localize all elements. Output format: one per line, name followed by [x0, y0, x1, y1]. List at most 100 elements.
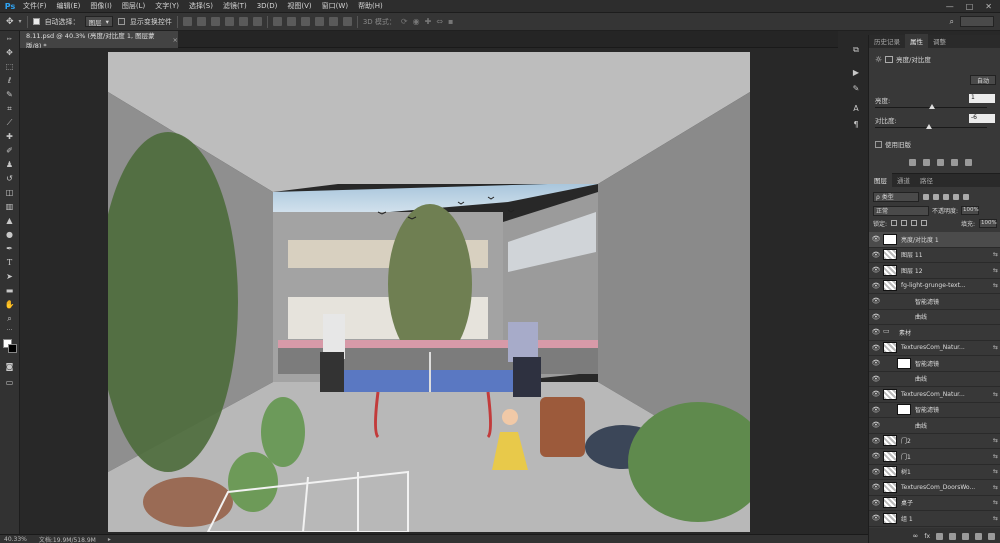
layer-row[interactable]: 👁 曲线 [869, 418, 1000, 434]
more-tools-icon[interactable]: ··· [4, 325, 15, 336]
actions-panel-icon[interactable]: ▶ [851, 67, 861, 77]
show-transform-checkbox[interactable] [117, 18, 125, 25]
character-panel-icon[interactable]: A [851, 103, 861, 113]
align-bottom-icon[interactable] [210, 17, 220, 26]
brush-tool-icon[interactable]: ✐ [4, 145, 15, 156]
minimize-button[interactable]: — [946, 2, 954, 11]
brightness-slider-thumb[interactable] [928, 104, 935, 109]
eye-icon[interactable]: 👁 [869, 328, 883, 336]
eye-icon[interactable]: 👁 [869, 251, 883, 259]
eyedropper-tool-icon[interactable]: ⟋ [4, 117, 15, 128]
layer-row[interactable]: 👁 门1 ⇆ [869, 449, 1000, 465]
eye-icon[interactable]: 👁 [869, 406, 883, 414]
fill-input[interactable]: 100% [979, 218, 997, 228]
eye-icon[interactable]: 👁 [869, 390, 883, 398]
lock-transparent-icon[interactable] [891, 220, 898, 226]
layer-row[interactable]: 👁 图层 12 ⇆ [869, 263, 1000, 279]
menu-item-filter[interactable]: 滤镜(T) [218, 1, 252, 11]
move-tool-icon[interactable]: ✥ [6, 17, 14, 27]
layer-row[interactable]: 👁 亮度/对比度 1 [869, 232, 1000, 248]
eye-icon[interactable]: 👁 [869, 514, 883, 522]
3d-roll-icon[interactable]: ◉ [413, 17, 420, 26]
menu-item-view[interactable]: 视图(V) [282, 1, 316, 11]
visibility-icon[interactable] [951, 159, 958, 166]
auto-select-checkbox[interactable] [32, 18, 40, 25]
tab-adjustments[interactable]: 调整 [928, 34, 951, 48]
workspace-switcher[interactable] [960, 16, 994, 27]
eye-icon[interactable]: 👁 [869, 297, 883, 305]
auto-button[interactable]: 自动 [970, 75, 996, 85]
align-top-icon[interactable] [182, 17, 192, 26]
eye-icon[interactable]: 👁 [869, 452, 883, 460]
legacy-checkbox[interactable] [875, 140, 882, 148]
screen-mode-icon[interactable]: ▭ [4, 377, 15, 388]
layer-row[interactable]: 👁 TexturesCom_DoorsWo... ⇆ [869, 480, 1000, 496]
layer-row[interactable]: 👁 门2 ⇆ [869, 434, 1000, 449]
document-tab[interactable]: 8.11.psd @ 40.3% (亮度/对比度 1, 图层蒙版/8) * × [20, 31, 178, 50]
eye-icon[interactable]: 👁 [869, 437, 883, 445]
align-hcenter-icon[interactable] [238, 17, 248, 26]
align-left-icon[interactable] [224, 17, 234, 26]
filter-type-icon[interactable] [943, 193, 949, 200]
brightness-slider[interactable] [875, 104, 987, 109]
tab-channels[interactable]: 通道 [892, 173, 915, 187]
zoom-tool-icon[interactable]: ⌕ [4, 313, 15, 324]
new-adjustment-icon[interactable] [949, 532, 956, 540]
lock-image-icon[interactable] [901, 220, 908, 226]
lock-position-icon[interactable] [911, 220, 918, 226]
pen-tool-icon[interactable]: ✒ [4, 243, 15, 254]
eye-icon[interactable]: 👁 [869, 499, 883, 507]
crop-tool-icon[interactable]: ⌗ [4, 103, 15, 114]
menu-item-select[interactable]: 选择(S) [184, 1, 218, 11]
history-panel-icon[interactable]: ⧉ [851, 45, 861, 55]
distribute-vcenter-icon[interactable] [286, 17, 296, 26]
3d-scale-icon[interactable]: ▪ [448, 17, 453, 26]
distribute-right-icon[interactable] [342, 17, 352, 26]
eye-icon[interactable]: 👁 [869, 344, 883, 352]
lasso-tool-icon[interactable]: ℓ [4, 75, 15, 86]
eye-icon[interactable]: 👁 [869, 266, 883, 274]
distribute-left-icon[interactable] [314, 17, 324, 26]
eye-icon[interactable]: 👁 [869, 483, 883, 491]
eraser-tool-icon[interactable]: ◫ [4, 187, 15, 198]
history-brush-tool-icon[interactable]: ↺ [4, 173, 15, 184]
align-right-icon[interactable] [252, 17, 262, 26]
healing-brush-tool-icon[interactable]: ✚ [4, 131, 15, 142]
layer-row[interactable]: 👁 曲线 [869, 310, 1000, 325]
layer-row[interactable]: 👁 组 1 ⇆ [869, 511, 1000, 527]
view-previous-icon[interactable] [923, 159, 930, 166]
tool-preset-dropdown-icon[interactable]: ▾ [19, 18, 22, 25]
brush-presets-icon[interactable]: ✎ [851, 83, 861, 93]
menu-item-help[interactable]: 帮助(H) [353, 1, 388, 11]
eye-icon[interactable]: 👁 [869, 375, 883, 383]
layer-row[interactable]: 👁 fg-light-grunge-text... ⇆ [869, 279, 1000, 294]
type-tool-icon[interactable]: T [4, 257, 15, 268]
canvas-area[interactable] [20, 48, 838, 534]
distribute-hcenter-icon[interactable] [328, 17, 338, 26]
menu-item-edit[interactable]: 编辑(E) [52, 1, 86, 11]
status-menu-icon[interactable]: ▸ [108, 536, 111, 543]
panel-collapse-icon[interactable]: ▸▸ [4, 33, 15, 44]
layer-row[interactable]: 👁 ▭ 素材 [869, 325, 1000, 341]
tab-properties[interactable]: 属性 [905, 34, 928, 48]
artwork-image[interactable] [108, 52, 750, 532]
new-group-icon[interactable] [962, 532, 969, 540]
opacity-input[interactable]: 100% [961, 206, 980, 215]
layer-row[interactable]: 👁 树1 ⇆ [869, 465, 1000, 480]
distribute-top-icon[interactable] [272, 17, 282, 26]
path-select-tool-icon[interactable]: ➤ [4, 271, 15, 282]
distribute-bottom-icon[interactable] [300, 17, 310, 26]
shape-tool-icon[interactable]: ▬ [4, 285, 15, 296]
gradient-tool-icon[interactable]: ▥ [4, 201, 15, 212]
move-tool-icon[interactable]: ✥ [4, 47, 15, 58]
maximize-button[interactable]: □ [966, 2, 974, 11]
add-mask-icon[interactable] [936, 532, 943, 540]
quick-select-tool-icon[interactable]: ✎ [4, 89, 15, 100]
layer-row[interactable]: 👁 图层 11 ⇆ [869, 248, 1000, 263]
eye-icon[interactable]: 👁 [869, 313, 883, 321]
layer-row[interactable]: 👁 智能滤镜 [869, 294, 1000, 310]
layer-row[interactable]: 👁 智能滤镜 [869, 356, 1000, 372]
auto-select-dropdown[interactable]: 图层 ▾ [84, 16, 113, 27]
zoom-level[interactable]: 40.33% [4, 536, 27, 543]
dodge-tool-icon[interactable]: ● [4, 229, 15, 240]
